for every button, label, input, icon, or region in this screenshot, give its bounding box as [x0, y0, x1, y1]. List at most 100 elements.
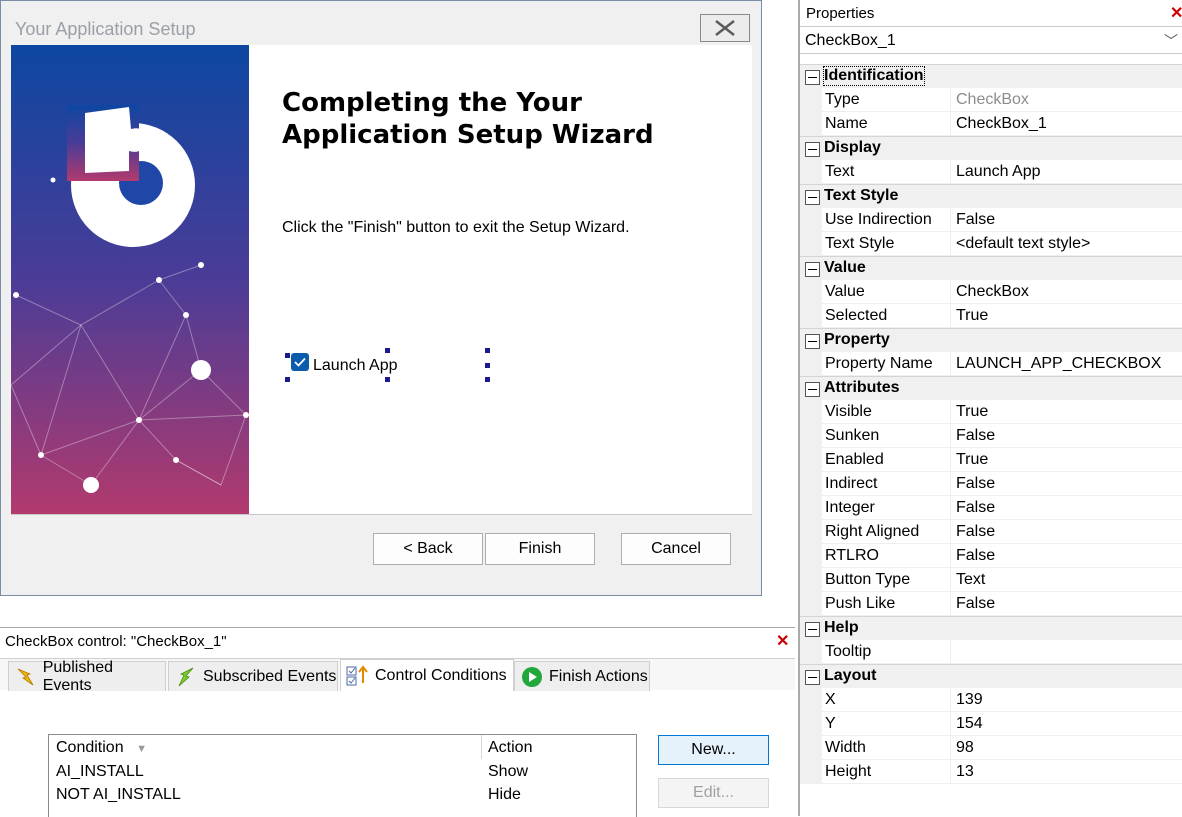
properties-close-icon[interactable]: ✕ — [1170, 3, 1182, 23]
collapse-icon[interactable] — [805, 670, 820, 685]
property-row[interactable]: Property Name LAUNCH_APP_CHECKBOX — [800, 352, 1182, 376]
property-row[interactable]: Y 154 — [800, 712, 1182, 736]
property-value[interactable]: 13 — [950, 760, 1182, 784]
property-category[interactable]: Property — [800, 328, 1182, 352]
condition-cell[interactable]: AI_INSTALL — [56, 763, 144, 781]
property-category[interactable]: Attributes — [800, 376, 1182, 400]
property-row[interactable]: Name CheckBox_1 — [800, 112, 1182, 136]
property-value[interactable]: 154 — [950, 712, 1182, 736]
property-value[interactable]: True — [950, 400, 1182, 424]
property-value[interactable]: 98 — [950, 736, 1182, 760]
selection-handle[interactable] — [285, 353, 290, 358]
back-button[interactable]: < Back — [373, 533, 483, 565]
property-row[interactable]: Selected True — [800, 304, 1182, 328]
property-row[interactable]: Tooltip — [800, 640, 1182, 664]
selection-handle[interactable] — [485, 377, 490, 382]
selection-handle[interactable] — [385, 377, 390, 382]
row-gutter — [800, 568, 822, 592]
property-value[interactable]: Text — [950, 568, 1182, 592]
cancel-button[interactable]: Cancel — [621, 533, 731, 565]
property-value[interactable]: False — [950, 520, 1182, 544]
wizard-close-button[interactable] — [700, 14, 750, 42]
property-name: Name — [822, 112, 950, 136]
condition-cell[interactable]: NOT AI_INSTALL — [56, 786, 181, 804]
collapse-icon[interactable] — [805, 190, 820, 205]
play-icon — [520, 666, 544, 688]
column-header-condition[interactable]: Condition ▼ — [56, 739, 147, 757]
property-row[interactable]: Visible True — [800, 400, 1182, 424]
tab-published-events[interactable]: Published Events — [8, 659, 166, 694]
collapse-icon[interactable] — [805, 142, 820, 157]
property-value[interactable]: False — [950, 424, 1182, 448]
wizard-description: Click the "Finish" button to exit the Se… — [282, 219, 630, 236]
row-gutter — [800, 280, 822, 304]
selection-handle[interactable] — [485, 348, 490, 353]
property-row[interactable]: Integer False — [800, 496, 1182, 520]
property-value[interactable]: True — [950, 448, 1182, 472]
property-value[interactable]: 139 — [950, 688, 1182, 712]
column-header-action[interactable]: Action — [488, 739, 532, 757]
selection-handle[interactable] — [485, 363, 490, 368]
property-category[interactable]: Text Style — [800, 184, 1182, 208]
launch-app-checkbox[interactable]: Launch App — [285, 345, 490, 382]
property-row[interactable]: Push Like False — [800, 592, 1182, 616]
column-divider[interactable] — [481, 735, 482, 759]
property-value[interactable]: False — [950, 208, 1182, 232]
property-value[interactable] — [950, 640, 1182, 664]
collapse-icon[interactable] — [805, 622, 820, 637]
control-editor-panel: CheckBox control: "CheckBox_1" ✕ Publish… — [0, 627, 795, 817]
selection-handle[interactable] — [285, 377, 290, 382]
tab-finish-actions[interactable]: Finish Actions — [514, 661, 650, 691]
property-row[interactable]: Right Aligned False — [800, 520, 1182, 544]
control-editor-close-icon[interactable]: ✕ — [776, 631, 789, 651]
collapse-icon[interactable] — [805, 334, 820, 349]
property-value[interactable]: CheckBox — [950, 280, 1182, 304]
property-row[interactable]: Use Indirection False — [800, 208, 1182, 232]
object-selector-dropdown[interactable]: CheckBox_1 ﹀ — [800, 26, 1182, 54]
property-row[interactable]: Type CheckBox — [800, 88, 1182, 112]
property-value[interactable]: False — [950, 496, 1182, 520]
property-value[interactable]: False — [950, 544, 1182, 568]
property-row[interactable]: Height 13 — [800, 760, 1182, 784]
property-category[interactable]: Layout — [800, 664, 1182, 688]
tab-subscribed-events[interactable]: Subscribed Events — [168, 661, 338, 691]
property-category[interactable]: Identification — [800, 64, 1182, 88]
conditions-list[interactable]: Condition ▼ Action AI_INSTALL Show NOT A… — [48, 734, 637, 817]
selection-handle[interactable] — [385, 348, 390, 353]
property-name: Value — [822, 280, 950, 304]
tab-control-conditions[interactable]: Control Conditions — [340, 659, 514, 691]
collapse-icon[interactable] — [805, 262, 820, 277]
checkbox-check-icon[interactable] — [291, 353, 309, 371]
action-cell[interactable]: Show — [488, 763, 528, 781]
property-value[interactable]: False — [950, 472, 1182, 496]
edit-condition-button[interactable]: Edit... — [658, 778, 769, 808]
property-row[interactable]: Button Type Text — [800, 568, 1182, 592]
row-gutter — [800, 592, 822, 616]
property-row[interactable]: Width 98 — [800, 736, 1182, 760]
property-name: Right Aligned — [822, 520, 950, 544]
new-condition-button[interactable]: New... — [658, 735, 769, 765]
collapse-icon[interactable] — [805, 70, 820, 85]
property-value[interactable]: <default text style> — [950, 232, 1182, 256]
property-value[interactable]: True — [950, 304, 1182, 328]
property-row[interactable]: Indirect False — [800, 472, 1182, 496]
property-row[interactable]: Text Style <default text style> — [800, 232, 1182, 256]
property-value[interactable]: False — [950, 592, 1182, 616]
property-row[interactable]: Sunken False — [800, 424, 1182, 448]
property-category[interactable]: Display — [800, 136, 1182, 160]
property-category[interactable]: Help — [800, 616, 1182, 640]
property-row[interactable]: RTLRO False — [800, 544, 1182, 568]
property-row[interactable]: X 139 — [800, 688, 1182, 712]
action-cell[interactable]: Hide — [488, 786, 521, 804]
category-name: Identification — [823, 66, 925, 86]
chevron-down-icon: ﹀ — [1164, 33, 1178, 49]
property-row[interactable]: Text Launch App — [800, 160, 1182, 184]
property-value[interactable]: CheckBox_1 — [950, 112, 1182, 136]
property-row[interactable]: Enabled True — [800, 448, 1182, 472]
property-value[interactable]: Launch App — [950, 160, 1182, 184]
finish-button[interactable]: Finish — [485, 533, 595, 565]
property-category[interactable]: Value — [800, 256, 1182, 280]
property-value[interactable]: LAUNCH_APP_CHECKBOX — [950, 352, 1182, 376]
property-row[interactable]: Value CheckBox — [800, 280, 1182, 304]
collapse-icon[interactable] — [805, 382, 820, 397]
